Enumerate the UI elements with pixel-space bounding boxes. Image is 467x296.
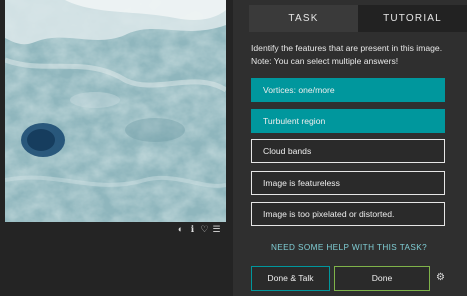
- tab-task[interactable]: TASK: [249, 5, 358, 32]
- tab-bar: TASK TUTORIAL: [249, 5, 467, 32]
- question-text: Identify the features that are present i…: [251, 43, 443, 66]
- task-panel: TASK TUTORIAL Identify the features that…: [233, 0, 467, 296]
- subject-panel: ◐ ℹ ♡ ☰: [0, 0, 233, 296]
- contrast-icon[interactable]: ◐: [176, 225, 185, 234]
- answer-featureless[interactable]: Image is featureless: [251, 171, 445, 195]
- info-icon[interactable]: ℹ: [188, 225, 197, 234]
- tab-tutorial[interactable]: TUTORIAL: [358, 5, 467, 32]
- answer-turbulent-region[interactable]: Turbulent region: [251, 109, 445, 133]
- answer-pixelated[interactable]: Image is too pixelated or distorted.: [251, 202, 445, 226]
- heart-icon[interactable]: ♡: [200, 225, 209, 234]
- subject-image[interactable]: [5, 0, 226, 222]
- help-link[interactable]: NEED SOME HELP WITH THIS TASK?: [251, 243, 447, 252]
- done-button[interactable]: Done: [334, 266, 430, 291]
- answer-cloud-bands[interactable]: Cloud bands: [251, 139, 445, 163]
- image-toolbar: ◐ ℹ ♡ ☰: [176, 225, 221, 234]
- gear-icon[interactable]: ⚙: [436, 273, 445, 283]
- answer-vortices[interactable]: Vortices: one/more: [251, 78, 445, 102]
- collection-icon[interactable]: ☰: [212, 225, 221, 234]
- done-and-talk-button[interactable]: Done & Talk: [251, 266, 330, 291]
